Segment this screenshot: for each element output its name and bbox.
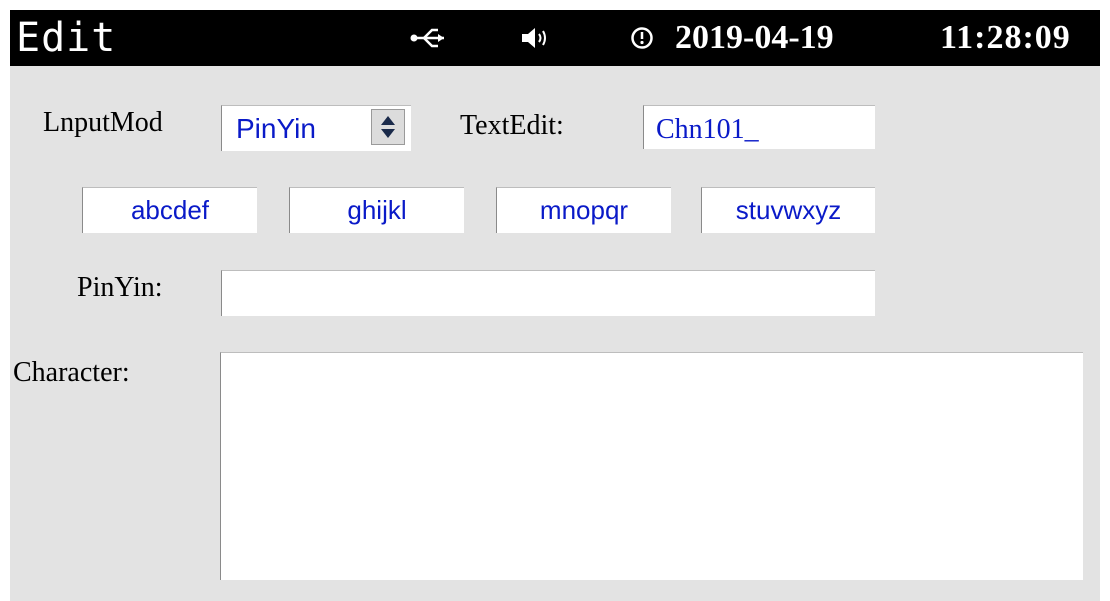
clock-icon <box>628 24 658 52</box>
usb-icon <box>410 24 444 52</box>
text-edit-value: Chn101_ <box>656 114 759 145</box>
key-stuvwxyz-button[interactable]: stuvwxyz <box>701 187 875 233</box>
status-bar: Edit 2019-04-19 11:28:09 <box>10 10 1100 66</box>
input-mode-select[interactable]: PinYin <box>221 105 411 151</box>
input-mode-value: PinYin <box>236 113 316 144</box>
time-display: 11:28:09 <box>940 19 1071 56</box>
pinyin-label: PinYin: <box>77 272 163 303</box>
input-mode-label: LnputMod <box>43 107 163 138</box>
text-edit-field[interactable]: Chn101_ <box>643 105 875 149</box>
key-abcdef-button[interactable]: abcdef <box>82 187 257 233</box>
key-mnopqr-button[interactable]: mnopqr <box>496 187 671 233</box>
editor-screen: Edit 2019-04-19 11:28:09 LnputMod PinYin… <box>10 10 1100 601</box>
character-label: Character: <box>13 357 130 388</box>
page-title: Edit <box>16 15 117 61</box>
date-display: 2019-04-19 <box>675 19 834 56</box>
pinyin-field[interactable] <box>221 270 875 316</box>
text-edit-label: TextEdit: <box>460 110 564 141</box>
key-ghijkl-button[interactable]: ghijkl <box>289 187 464 233</box>
speaker-icon <box>520 24 550 52</box>
character-candidates-area[interactable] <box>220 352 1083 580</box>
spinner-arrows-icon[interactable] <box>371 109 405 145</box>
